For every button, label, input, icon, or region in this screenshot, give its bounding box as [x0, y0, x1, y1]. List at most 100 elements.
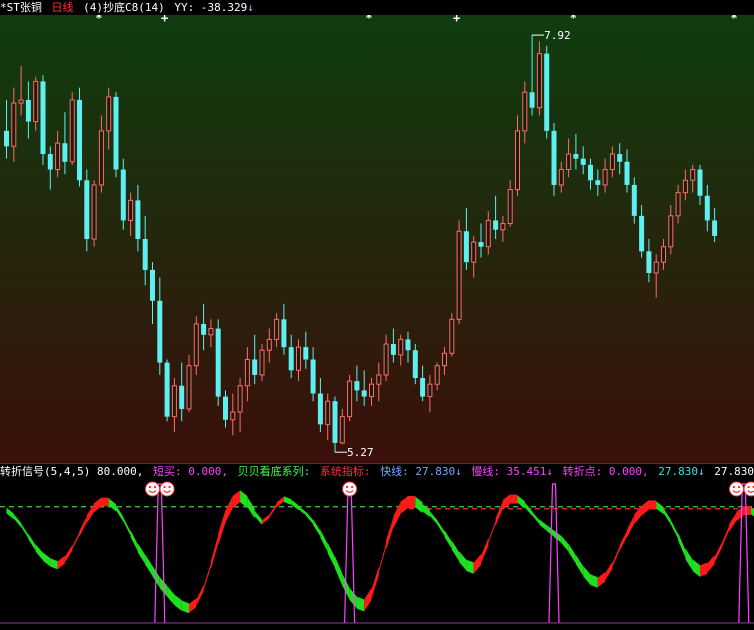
candle-body [171, 385, 177, 418]
candle-body [675, 192, 681, 217]
candle-body [595, 180, 601, 185]
candle-body [500, 223, 506, 231]
candle[interactable] [193, 316, 199, 375]
candle-body [40, 81, 46, 155]
candle-body [369, 383, 374, 398]
sub-chart-background [0, 479, 754, 630]
turn-point-value-2: 27.830 [658, 465, 698, 478]
candle[interactable] [113, 92, 119, 178]
stock-chart-window: *ST张铜 日线 (4)抄底C8(14) YY: -38.329↓ * + * + * *… [0, 0, 754, 630]
candle[interactable] [69, 92, 75, 165]
turn-point-value-3: 27.830 [714, 465, 754, 478]
candle[interactable] [551, 123, 557, 196]
short-buy-value: 0.000, [188, 465, 228, 478]
ribbon-segment [408, 496, 416, 509]
smiley-face-icon [145, 481, 160, 497]
candle-body [653, 261, 659, 274]
candle[interactable] [91, 180, 97, 247]
ribbon-segment [101, 497, 109, 507]
candle-body [310, 359, 316, 394]
fast-arrow-icon: ↓ [455, 465, 462, 478]
candle-body [77, 99, 82, 181]
turn-point-value: 0.000, [608, 465, 649, 478]
candle-body [223, 396, 228, 420]
candle-body [515, 130, 520, 191]
candle-body [493, 220, 499, 230]
candle-body [98, 130, 104, 186]
candle-body [485, 219, 491, 248]
candle-body [434, 365, 440, 385]
candle-body [412, 350, 418, 379]
candle-body [339, 416, 345, 444]
candle-body [631, 184, 637, 216]
candle-body [259, 349, 265, 376]
candle-body [325, 400, 331, 425]
candle-body [602, 168, 608, 186]
main-chart-header: *ST张铜 日线 (4)抄底C8(14) YY: -38.329↓ [0, 0, 754, 15]
candle-body [529, 92, 535, 108]
turn-arrow-icon: ↓ [697, 465, 705, 478]
candle-body [208, 328, 214, 336]
candle[interactable] [77, 87, 82, 187]
candle[interactable] [449, 313, 455, 357]
candle[interactable] [215, 319, 221, 406]
plus-marker-icon: + [453, 15, 460, 25]
down-arrow-icon: ↓ [247, 1, 254, 14]
candle-body [135, 200, 141, 239]
candle[interactable] [40, 75, 46, 165]
candle-body [544, 53, 550, 131]
candlestick-chart[interactable]: * + * + * * 7.92 5.27 [0, 15, 754, 463]
smiley-face-icon [743, 481, 754, 497]
star-marker-icon: * [365, 15, 372, 25]
candle-body [106, 96, 112, 132]
candle[interactable] [544, 45, 550, 139]
candle-body [478, 242, 484, 247]
candle-body [376, 374, 382, 385]
candle-body [25, 99, 31, 122]
candle-body [230, 411, 236, 421]
candle-body [624, 161, 630, 185]
high-price-label: 7.92 [544, 29, 571, 42]
candle-body [303, 347, 309, 360]
low-price-label: 5.27 [347, 446, 374, 459]
indicator-name[interactable]: (4)抄底C8(14) [83, 1, 165, 14]
candle-body [588, 164, 593, 181]
candle-body [150, 269, 155, 301]
candle-body [296, 346, 301, 371]
candle-body [120, 169, 126, 221]
candle[interactable] [456, 220, 462, 324]
candle-body [288, 347, 294, 371]
fast-line-label: 快线: [380, 465, 409, 478]
candle-body [84, 180, 90, 239]
yy-label: YY: [174, 1, 195, 14]
ribbon-segment [648, 500, 657, 510]
star-marker-icon: * [730, 15, 737, 25]
candle-body [609, 153, 615, 170]
smiley-face-icon [159, 481, 175, 497]
ribbon-segment [510, 494, 518, 504]
candle-body [18, 99, 24, 104]
candle-body [361, 390, 367, 397]
candle-body [463, 231, 469, 263]
candle-body [281, 319, 287, 348]
candle-body [405, 339, 411, 351]
candle-body [128, 199, 134, 221]
candle-body [536, 53, 542, 109]
period-label[interactable]: 日线 [52, 1, 74, 14]
slow-line-label: 慢线: [471, 465, 500, 478]
candle-body [47, 154, 53, 170]
stock-name[interactable]: *ST张铜 [0, 1, 42, 14]
candle-body [91, 184, 97, 240]
sub-indicator-name[interactable]: 转折信号(5,4,5) [0, 465, 90, 478]
slow-line-value: 35.451 [506, 465, 547, 478]
candle-body [420, 378, 426, 397]
candle-body [317, 393, 323, 425]
signal-subchart[interactable] [0, 479, 754, 630]
candle[interactable] [164, 359, 170, 422]
candle-body [639, 215, 645, 252]
candle-body [566, 153, 572, 170]
candle[interactable] [347, 374, 353, 422]
slow-arrow-icon: ↓ [546, 465, 553, 478]
candle-body [274, 318, 280, 340]
candle-body [682, 179, 688, 194]
